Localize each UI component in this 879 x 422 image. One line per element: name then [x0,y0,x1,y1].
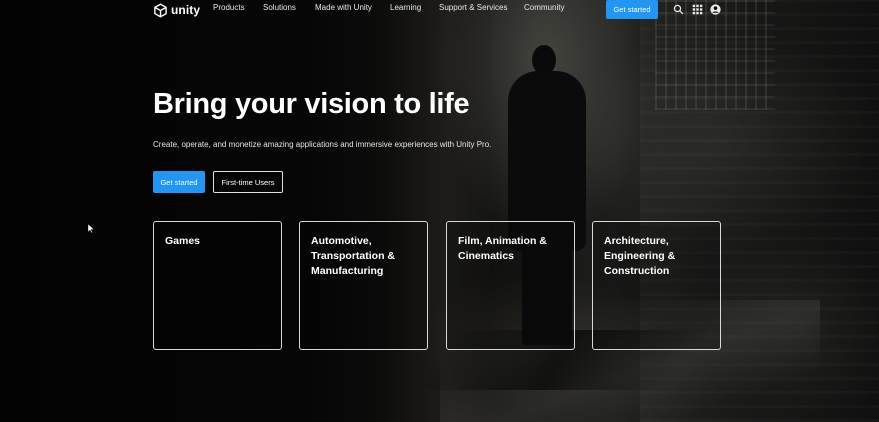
card-label: Automotive, Transportation & Manufacturi… [311,235,396,277]
unity-homepage: unity Products Solutions Made with Unity… [0,0,879,422]
card-architecture[interactable]: Architecture, Engineering & Construction [592,221,721,350]
nav-link-made-with-unity[interactable]: Made with Unity [315,3,390,12]
nav-link-support-services[interactable]: Support & Services [439,3,524,12]
card-label: Film, Animation & Cinematics [458,235,547,262]
card-film-animation[interactable]: Film, Animation & Cinematics [446,221,575,350]
nav-link-community[interactable]: Community [524,3,574,12]
card-label: Architecture, Engineering & Construction [604,235,676,277]
unity-logo[interactable]: unity [153,2,200,18]
nav-link-solutions[interactable]: Solutions [263,3,315,12]
hero-background-image [0,0,879,422]
hero-subtitle: Create, operate, and monetize amazing ap… [153,140,492,149]
search-icon[interactable] [673,4,684,15]
nav-links: Products Solutions Made with Unity Learn… [213,3,574,12]
unity-logo-text: unity [171,3,201,17]
mouse-cursor-icon [88,224,94,233]
card-label: Games [165,235,201,247]
first-time-users-button[interactable]: First-time Users [213,171,283,193]
nav-get-started-button[interactable]: Get started [606,0,658,19]
card-automotive[interactable]: Automotive, Transportation & Manufacturi… [299,221,428,350]
nav-link-learning[interactable]: Learning [390,3,439,12]
top-navigation: unity Products Solutions Made with Unity… [0,0,879,20]
page-title: Bring your vision to life [153,88,470,120]
card-games[interactable]: Games [153,221,282,350]
get-started-button[interactable]: Get started [153,171,205,193]
unity-logo-icon [154,3,167,17]
account-icon[interactable] [710,4,721,15]
nav-link-products[interactable]: Products [213,3,263,12]
apps-grid-icon[interactable] [692,4,703,15]
